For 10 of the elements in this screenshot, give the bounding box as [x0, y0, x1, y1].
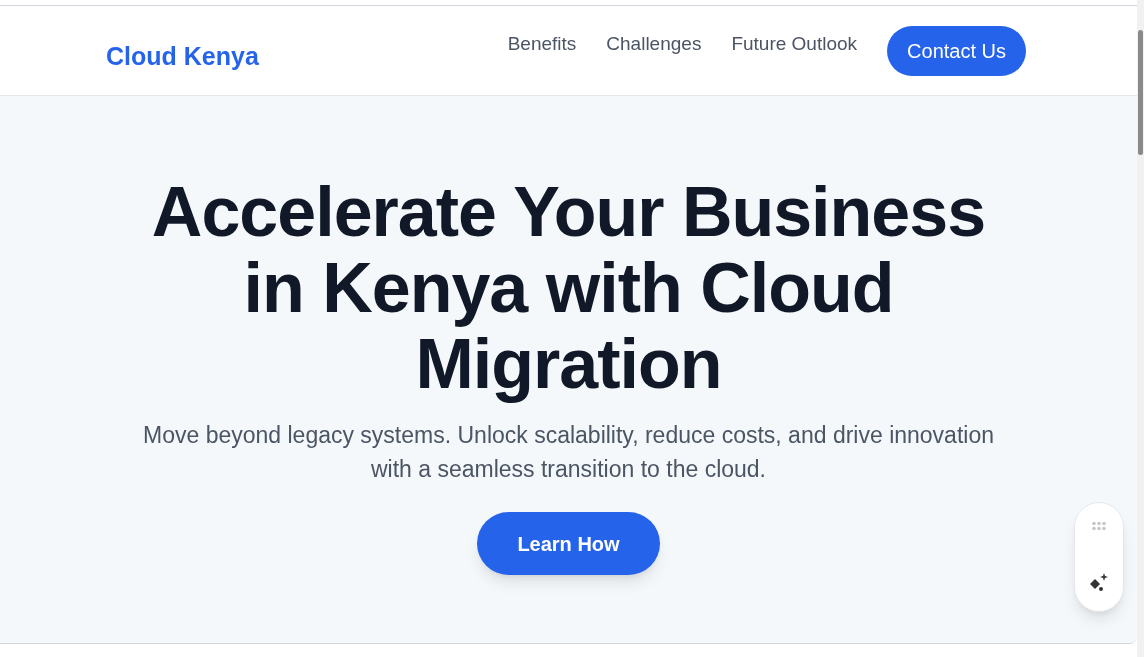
drag-handle-icon[interactable]	[1091, 521, 1107, 531]
learn-how-button[interactable]: Learn How	[477, 512, 660, 575]
hero-title: Accelerate Your Business in Kenya with Cloud Migration	[150, 174, 987, 402]
contact-button[interactable]: Contact Us	[887, 26, 1026, 76]
logo[interactable]: Cloud Kenya	[106, 38, 259, 76]
nav-link[interactable]: Challenges	[606, 30, 702, 59]
nav-link[interactable]: Benefits	[507, 30, 577, 59]
nav-link[interactable]: Future Outlook	[731, 30, 858, 59]
hero-subtitle: Move beyond legacy systems. Unlock scalability, reduce costs, and drive innovation with a seamless transition to the cloud.	[142, 421, 995, 484]
sparkle-icon[interactable]	[1088, 571, 1110, 593]
